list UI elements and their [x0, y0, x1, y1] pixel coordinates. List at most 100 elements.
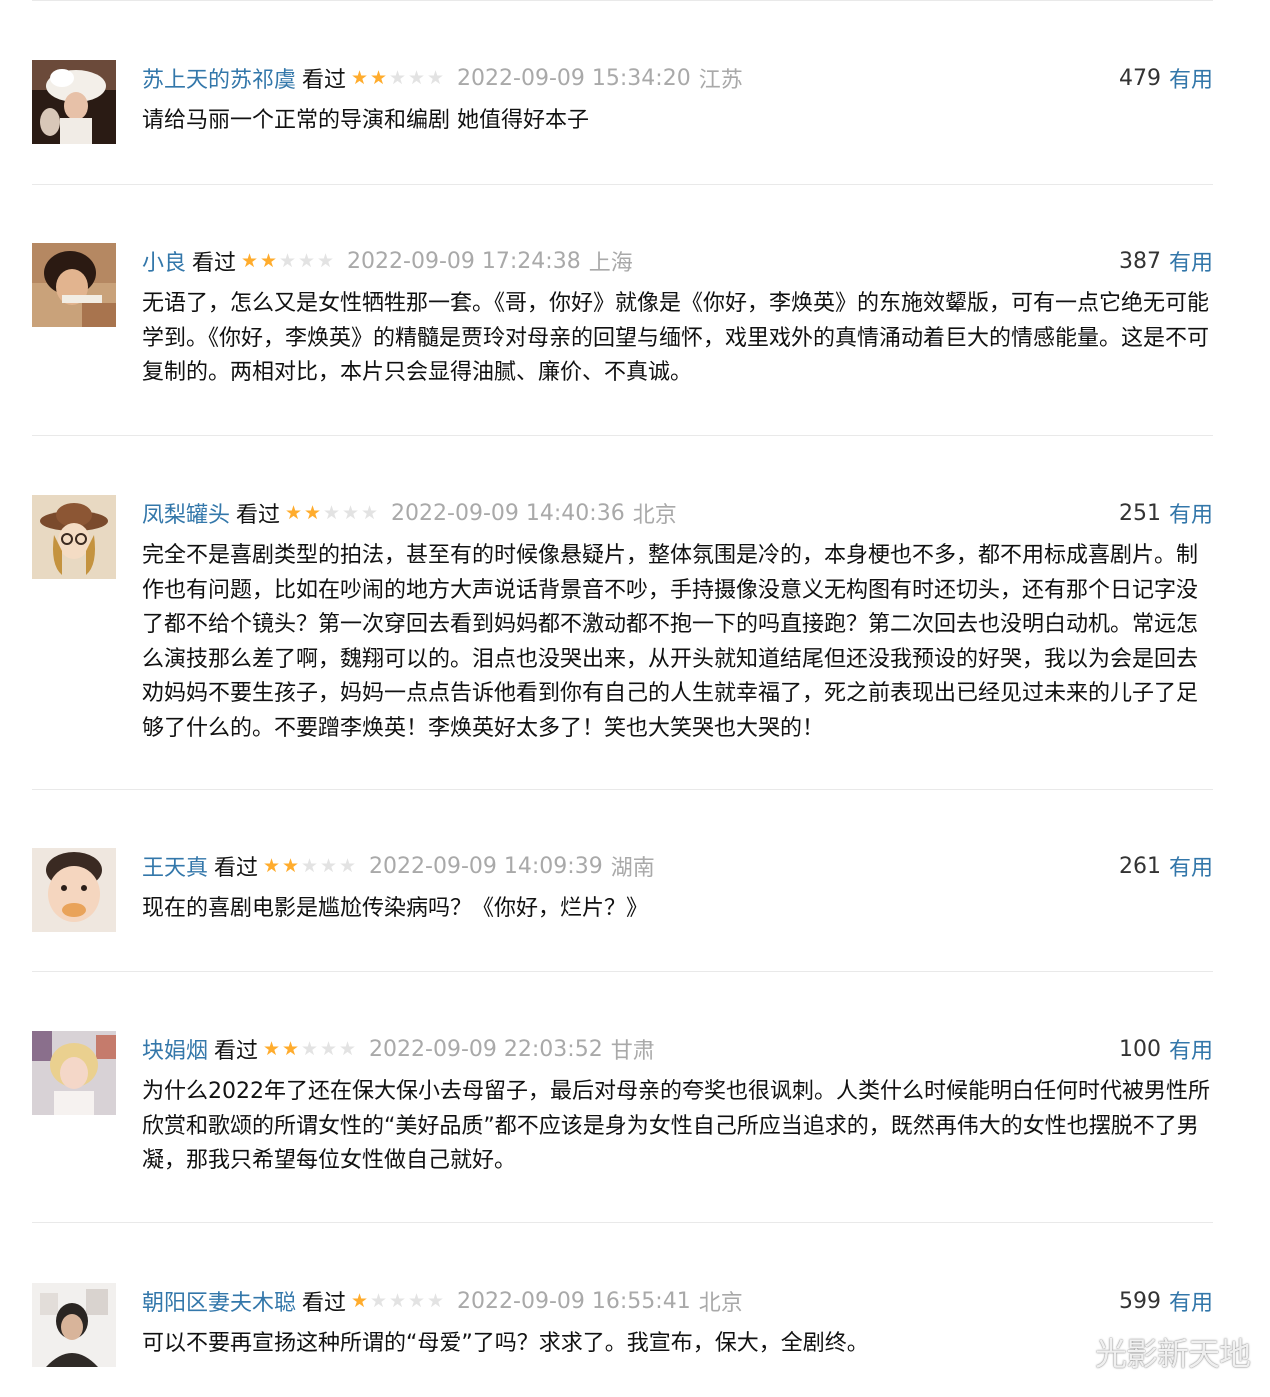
username-link[interactable]: 凤梨罐头 — [142, 497, 230, 529]
useful-button[interactable]: 有用 — [1169, 850, 1213, 882]
avatar-toddler-icon — [32, 848, 116, 932]
useful-button[interactable]: 有用 — [1169, 497, 1213, 529]
star-empty-icon: ★ — [339, 854, 357, 877]
star-filled-icon: ★ — [370, 66, 388, 89]
star-empty-icon: ★ — [427, 1289, 445, 1312]
star-empty-icon: ★ — [427, 66, 445, 89]
star-filled-icon: ★ — [241, 249, 259, 272]
comment-text: 可以不要再宣扬这种所谓的“母爱”了吗？求求了。我宣布，保大，全剧终。 — [142, 1331, 869, 1356]
vote-count: 479 — [1118, 65, 1161, 91]
star-empty-icon: ★ — [320, 1037, 338, 1060]
avatar[interactable] — [32, 848, 116, 932]
star-empty-icon: ★ — [389, 1289, 407, 1312]
watched-label: 看过 — [236, 503, 281, 528]
star-empty-icon: ★ — [408, 1289, 426, 1312]
avatar-man-portrait-icon — [32, 1283, 116, 1367]
watermark: 光影新天地 — [1094, 1335, 1251, 1373]
star-filled-icon: ★ — [351, 1289, 369, 1312]
avatar[interactable] — [32, 495, 116, 579]
comment-time: 2022-09-09 14:09:39 — [369, 853, 603, 879]
vote-count: 599 — [1118, 1288, 1161, 1314]
comment-text: 现在的喜剧电影是尴尬传染病吗？《你好，烂片？》 — [142, 896, 649, 921]
watched-label: 看过 — [192, 251, 237, 276]
star-filled-icon: ★ — [351, 66, 369, 89]
vote-count: 251 — [1118, 500, 1161, 526]
star-empty-icon: ★ — [320, 854, 338, 877]
comment-time: 2022-09-09 16:55:41 — [457, 1288, 691, 1314]
star-empty-icon: ★ — [298, 249, 316, 272]
vote-count: 387 — [1118, 248, 1161, 274]
comment-text: 请给马丽一个正常的导演和编剧 她值得好本子 — [142, 108, 589, 133]
comments-page: 苏上天的苏祁虞 看过 ★ ★ ★ ★ ★ 2022-09-09 15:34:20 江苏 … — [0, 0, 1270, 1397]
divider — [32, 435, 1213, 436]
star-empty-icon: ★ — [317, 249, 335, 272]
vote-count: 100 — [1118, 1036, 1161, 1062]
avatar[interactable] — [32, 243, 116, 327]
star-filled-icon: ★ — [304, 501, 322, 524]
comment-location: 湖南 — [610, 856, 655, 881]
star-empty-icon: ★ — [323, 501, 341, 524]
username-link[interactable]: 苏上天的苏祁虞 — [142, 62, 296, 94]
comment-location: 上海 — [588, 251, 633, 276]
comment-text: 无语了，怎么又是女性牺牲那一套。《哥，你好》就像是《你好，李焕英》的东施效颦版，… — [142, 291, 1210, 385]
star-empty-icon: ★ — [339, 1037, 357, 1060]
comment-text: 为什么2022年了还在保大保小去母留子，最后对母亲的夸奖也很讽刺。人类什么时候能… — [142, 1079, 1210, 1173]
useful-button[interactable]: 有用 — [1169, 62, 1213, 94]
avatar-vintage-hat-woman-icon — [32, 60, 116, 144]
star-empty-icon: ★ — [408, 66, 426, 89]
useful-button[interactable]: 有用 — [1169, 1033, 1213, 1065]
comment-time: 2022-09-09 15:34:20 — [457, 65, 691, 91]
votes: 261 有用 — [1119, 848, 1213, 884]
star-empty-icon: ★ — [389, 66, 407, 89]
comment-time: 2022-09-09 14:40:36 — [391, 500, 625, 526]
rating-stars: ★ ★ ★ ★ ★ — [240, 249, 335, 272]
star-filled-icon: ★ — [282, 854, 300, 877]
avatar-blonde-girl-icon — [32, 1031, 116, 1115]
divider — [32, 184, 1213, 185]
avatar[interactable] — [32, 60, 116, 144]
username-link[interactable]: 小良 — [142, 245, 186, 277]
star-filled-icon: ★ — [263, 1037, 281, 1060]
votes: 100 有用 — [1119, 1031, 1213, 1067]
star-filled-icon: ★ — [282, 1037, 300, 1060]
star-filled-icon: ★ — [260, 249, 278, 272]
rating-stars: ★ ★ ★ ★ ★ — [262, 1037, 357, 1060]
votes: 599 有用 — [1119, 1283, 1213, 1319]
top-divider — [32, 0, 1213, 1]
watched-label: 看过 — [302, 1291, 347, 1316]
avatar[interactable] — [32, 1283, 116, 1367]
username-link[interactable]: 块娟烟 — [142, 1033, 208, 1065]
useful-button[interactable]: 有用 — [1169, 1285, 1213, 1317]
comment-text: 完全不是喜剧类型的拍法，甚至有的时候像悬疑片，整体氛围是冷的，本身梗也不多，都不… — [142, 543, 1199, 741]
comment-time: 2022-09-09 22:03:52 — [369, 1036, 603, 1062]
comment-meta: 块娟烟 看过 ★ ★ ★ ★ ★ 2022-09-09 22:03:52 甘肃 — [142, 1031, 1213, 1067]
comment-meta: 王天真 看过 ★ ★ ★ ★ ★ 2022-09-09 14:09:39 湖南 — [142, 848, 1213, 884]
comment-location: 江苏 — [698, 68, 743, 93]
votes: 251 有用 — [1119, 495, 1213, 531]
watched-label: 看过 — [214, 856, 259, 881]
vote-count: 261 — [1118, 853, 1161, 879]
divider — [32, 971, 1213, 972]
divider — [32, 1222, 1213, 1223]
watched-label: 看过 — [214, 1039, 259, 1064]
comment-location: 甘肃 — [610, 1039, 655, 1064]
avatar[interactable] — [32, 1031, 116, 1115]
rating-stars: ★ ★ ★ ★ ★ — [262, 854, 357, 877]
star-empty-icon: ★ — [301, 1037, 319, 1060]
rating-stars: ★ ★ ★ ★ ★ — [284, 501, 379, 524]
comment-meta: 小良 看过 ★ ★ ★ ★ ★ 2022-09-09 17:24:38 上海 — [142, 243, 1213, 279]
votes: 479 有用 — [1119, 60, 1213, 96]
comment-meta: 苏上天的苏祁虞 看过 ★ ★ ★ ★ ★ 2022-09-09 15:34:20 江苏 — [142, 60, 1213, 96]
username-link[interactable]: 王天真 — [142, 850, 208, 882]
comment-meta: 凤梨罐头 看过 ★ ★ ★ ★ ★ 2022-09-09 14:40:36 北京 — [142, 495, 1213, 531]
rating-stars: ★ ★ ★ ★ ★ — [350, 1289, 445, 1312]
star-empty-icon: ★ — [301, 854, 319, 877]
star-filled-icon: ★ — [263, 854, 281, 877]
star-filled-icon: ★ — [285, 501, 303, 524]
username-link[interactable]: 朝阳区妻夫木聪 — [142, 1285, 296, 1317]
avatar-illustrated-girl-hat-icon — [32, 495, 116, 579]
votes: 387 有用 — [1119, 243, 1213, 279]
useful-button[interactable]: 有用 — [1169, 245, 1213, 277]
comment-time: 2022-09-09 17:24:38 — [347, 248, 581, 274]
comment-location: 北京 — [632, 503, 677, 528]
